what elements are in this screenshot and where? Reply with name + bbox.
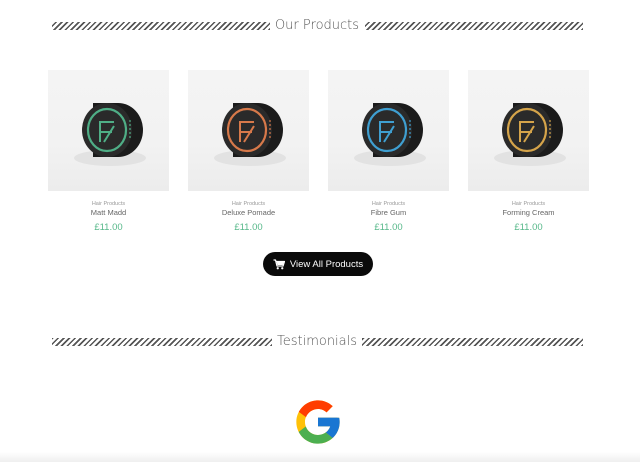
heading-stripe-right (365, 22, 583, 30)
products-title: Our Products (274, 18, 360, 33)
product-image[interactable] (188, 70, 309, 191)
product-image[interactable] (468, 70, 589, 191)
product-card[interactable]: Hair Products Fibre Gum £11.00 (328, 70, 449, 240)
product-name[interactable]: Fibre Gum (328, 208, 449, 217)
page: Our Products Hair Products Matt Madd £11… (0, 0, 640, 462)
product-category: Hair Products (231, 201, 266, 207)
heading-stripe-right (362, 338, 583, 346)
product-tin-image (354, 103, 426, 166)
product-card[interactable]: Hair Products Forming Cream £11.00 (468, 70, 589, 240)
product-tin-image (494, 103, 566, 166)
product-image[interactable] (48, 70, 169, 191)
product-price: £11.00 (374, 222, 403, 233)
product-card[interactable]: Hair Products Deluxe Pomade £11.00 (188, 70, 309, 240)
bottom-fade (0, 452, 640, 462)
product-tin-image (214, 103, 286, 166)
view-all-label: View All Products (289, 258, 364, 270)
testimonials-heading: Testimonials (0, 335, 640, 351)
product-name[interactable]: Deluxe Pomade (188, 208, 309, 217)
products-heading: Our Products (0, 19, 640, 35)
cart-icon (273, 258, 285, 269)
heading-stripe-left (52, 22, 270, 30)
product-category: Hair Products (511, 201, 546, 207)
google-logo-icon (296, 400, 340, 444)
product-image[interactable] (328, 70, 449, 191)
product-card[interactable]: Hair Products Matt Madd £11.00 (48, 70, 169, 240)
product-price: £11.00 (514, 222, 543, 233)
product-tin-image (74, 103, 146, 166)
view-all-products-button[interactable]: View All Products (263, 252, 373, 276)
product-price: £11.00 (234, 222, 263, 233)
heading-stripe-left (52, 338, 272, 346)
product-price: £11.00 (94, 222, 123, 233)
product-category: Hair Products (371, 201, 406, 207)
testimonials-title: Testimonials (276, 334, 358, 349)
product-name[interactable]: Forming Cream (468, 208, 589, 217)
product-category: Hair Products (91, 201, 126, 207)
product-name[interactable]: Matt Madd (48, 208, 169, 217)
